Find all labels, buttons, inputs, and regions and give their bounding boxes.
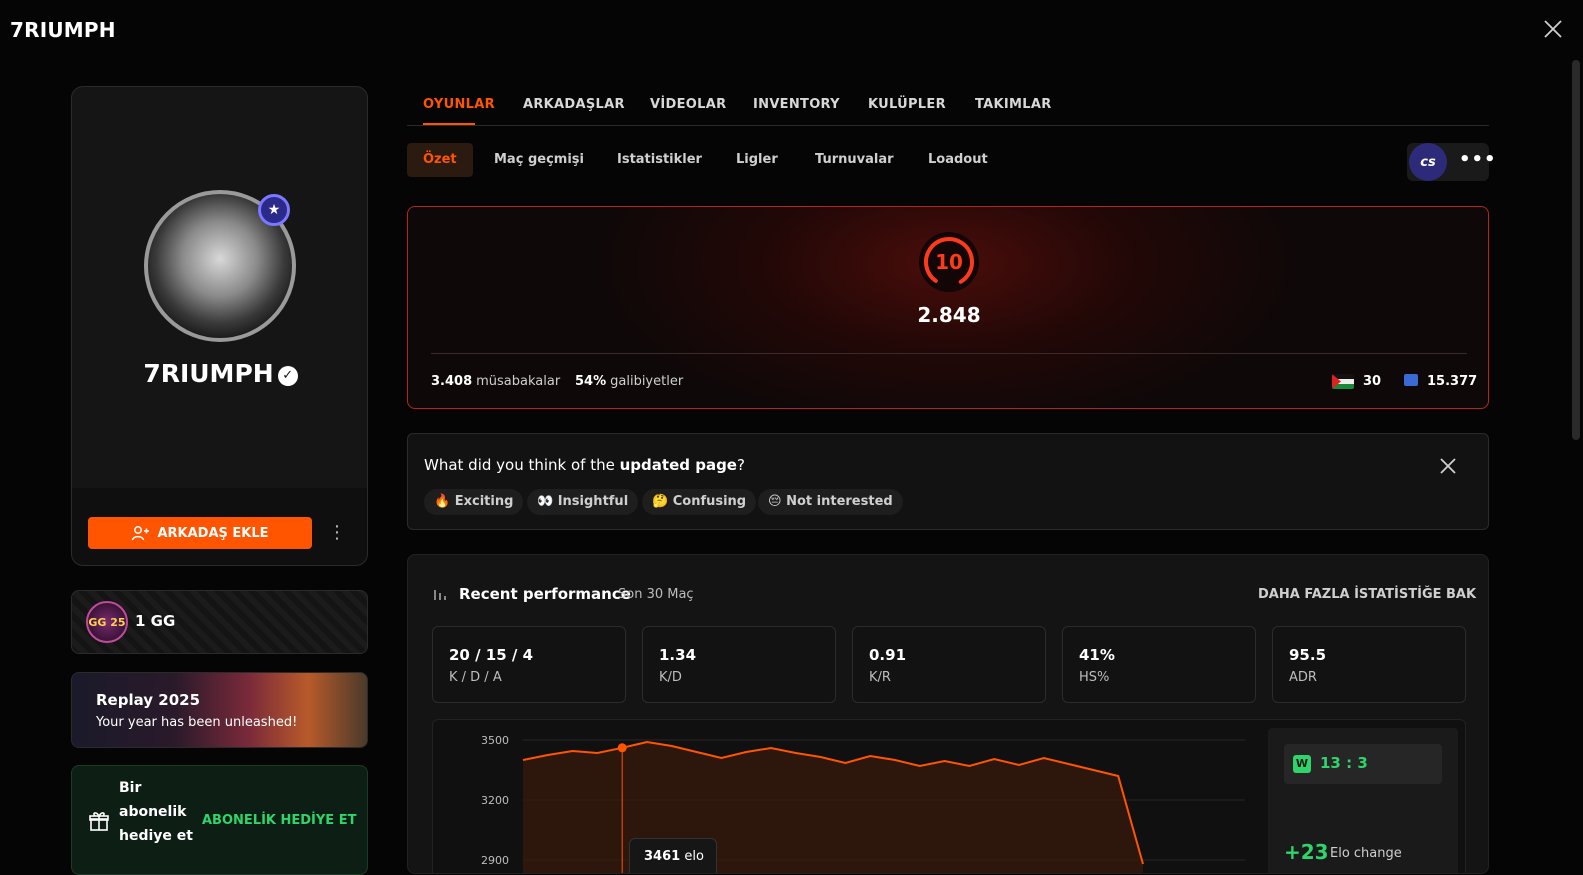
gift-subscription-card: Bir abonelik hediye et ABONELİK HEDİYE E… bbox=[71, 765, 368, 875]
gift-subscription-button[interactable]: ABONELİK HEDİYE ET bbox=[202, 813, 356, 828]
winrate-stat: 54% galibiyetler bbox=[575, 374, 684, 389]
profile-name: 7RIUMPH ✓ bbox=[72, 359, 369, 388]
subtab-ligler[interactable]: Ligler bbox=[736, 143, 778, 177]
tab-inventory[interactable]: INVENTORY bbox=[753, 97, 840, 112]
chart-tooltip: 3461 elo bbox=[629, 838, 717, 873]
y-tick-label: 2900 bbox=[481, 854, 509, 867]
performance-title: Recent performance bbox=[459, 585, 631, 603]
active-tab-indicator bbox=[423, 123, 475, 125]
top-bar: 7RIUMPH bbox=[0, 0, 1583, 62]
elo-change-label: Elo change bbox=[1330, 846, 1402, 861]
stat-kr: 0.91 K/R bbox=[852, 626, 1046, 703]
main-tabs: OYUNLAR ARKADAŞLAR VİDEOLAR INVENTORY KU… bbox=[407, 86, 1489, 126]
gift-text: Bir abonelik hediye et bbox=[119, 780, 193, 844]
gg-logo: GG 25 bbox=[86, 601, 128, 643]
elo-value: 2.848 bbox=[917, 303, 981, 327]
more-options-icon[interactable]: ••• bbox=[1459, 149, 1497, 170]
feedback-option-confusing[interactable]: 🤔 Confusing bbox=[642, 489, 757, 515]
bar-chart-icon bbox=[434, 590, 446, 600]
game-switcher: cs ••• bbox=[1407, 143, 1496, 181]
tab-takimlar[interactable]: TAKIMLAR bbox=[975, 97, 1052, 112]
match-detail-panel: W 13 : 3 +23 Elo change bbox=[1268, 728, 1458, 873]
app-title: 7RIUMPH bbox=[10, 18, 116, 42]
add-friend-label: ARKADAŞ EKLE bbox=[157, 525, 269, 541]
country-flag-icon bbox=[1332, 374, 1354, 389]
replay-title: Replay 2025 bbox=[96, 691, 201, 709]
skill-summary-card: 10 2.848 3.408 müsabakalar 54% galibiyetle… bbox=[407, 206, 1489, 409]
close-icon[interactable] bbox=[1540, 16, 1566, 42]
feedback-option-exciting[interactable]: 🔥 Exciting bbox=[424, 489, 524, 515]
y-tick-label: 3500 bbox=[481, 734, 509, 747]
tab-arkadaslar[interactable]: ARKADAŞLAR bbox=[523, 97, 625, 112]
close-icon[interactable] bbox=[1438, 456, 1458, 476]
divider bbox=[431, 353, 1467, 354]
more-options-icon[interactable]: ⋮ bbox=[328, 520, 346, 546]
elo-chart-svg: 3500 3200 2900 bbox=[481, 734, 1245, 873]
hover-point bbox=[617, 743, 627, 753]
more-stats-link[interactable]: DAHA FAZLA İSTATİSTİĞE BAK bbox=[1258, 587, 1476, 602]
sub-tabs: Özet Maç geçmişi Istatistikler Ligler Tu… bbox=[407, 143, 1496, 181]
match-score: 13 : 3 bbox=[1320, 754, 1368, 772]
gg-label: 1 GG bbox=[135, 612, 176, 630]
win-badge: W bbox=[1293, 755, 1311, 773]
country-rank: 30 bbox=[1363, 374, 1382, 389]
profile-actions: ARKADAŞ EKLE ⋮ bbox=[71, 488, 368, 566]
cs-game-icon[interactable]: cs bbox=[1409, 143, 1447, 181]
tab-videolar[interactable]: VİDEOLAR bbox=[650, 97, 726, 112]
elo-area bbox=[523, 742, 1143, 873]
subtab-mac-gecmisi[interactable]: Maç geçmişi bbox=[494, 143, 584, 177]
subtab-turnuvalar[interactable]: Turnuvalar bbox=[815, 143, 894, 177]
elo-chart: 3500 3200 2900 3461 elo W 13 : 3 +23 Elo c… bbox=[432, 719, 1466, 873]
verified-icon: ✓ bbox=[277, 366, 298, 386]
recent-performance-card: Recent performance Son 30 Maç DAHA FAZLA… bbox=[407, 554, 1489, 874]
tab-kulupler[interactable]: KULÜPLER bbox=[868, 97, 946, 112]
feedback-option-not-interested[interactable]: 😔 Not interested bbox=[758, 489, 903, 515]
stat-kda: 20 / 15 / 4K / D / A bbox=[432, 626, 626, 703]
replay-subtitle: Your year has been unleashed! bbox=[96, 715, 298, 730]
profile-card: ★ 7RIUMPH ✓ bbox=[71, 86, 368, 500]
stat-adr: 95.5 ADR bbox=[1272, 626, 1466, 703]
performance-subtitle: Son 30 Maç bbox=[618, 587, 694, 602]
feedback-option-insightful[interactable]: 👀 Insightful bbox=[527, 489, 639, 515]
gg-card[interactable]: GG 25 1 GG bbox=[71, 590, 368, 654]
y-tick-label: 3200 bbox=[481, 794, 509, 807]
elo-change-value: +23 bbox=[1284, 840, 1329, 864]
region-rank: 15.377 bbox=[1427, 374, 1478, 389]
matches-stat: 3.408 müsabakalar bbox=[431, 374, 561, 389]
stat-hs: 41% HS% bbox=[1062, 626, 1256, 703]
add-friend-button[interactable]: ARKADAŞ EKLE bbox=[88, 517, 312, 549]
feedback-card: What did you think of the updated page? … bbox=[407, 433, 1489, 530]
subtab-istatistikler[interactable]: Istatistikler bbox=[617, 143, 702, 177]
feedback-question: What did you think of the updated page? bbox=[424, 456, 745, 474]
match-score-row[interactable]: W 13 : 3 bbox=[1284, 744, 1442, 784]
subtab-ozet[interactable]: Özet bbox=[407, 143, 473, 177]
tab-oyunlar[interactable]: OYUNLAR bbox=[423, 97, 495, 112]
skill-level: 10 bbox=[935, 250, 963, 274]
replay-banner[interactable]: Replay 2025 Your year has been unleashed… bbox=[71, 672, 368, 748]
gift-icon bbox=[89, 812, 109, 831]
subtab-loadout[interactable]: Loadout bbox=[928, 143, 988, 177]
add-user-icon bbox=[132, 526, 150, 541]
stat-kd: 1.34 K/D bbox=[642, 626, 836, 703]
region-icon bbox=[1404, 374, 1418, 386]
star-badge-icon: ★ bbox=[258, 194, 290, 226]
page-scrollbar[interactable] bbox=[1572, 60, 1580, 440]
